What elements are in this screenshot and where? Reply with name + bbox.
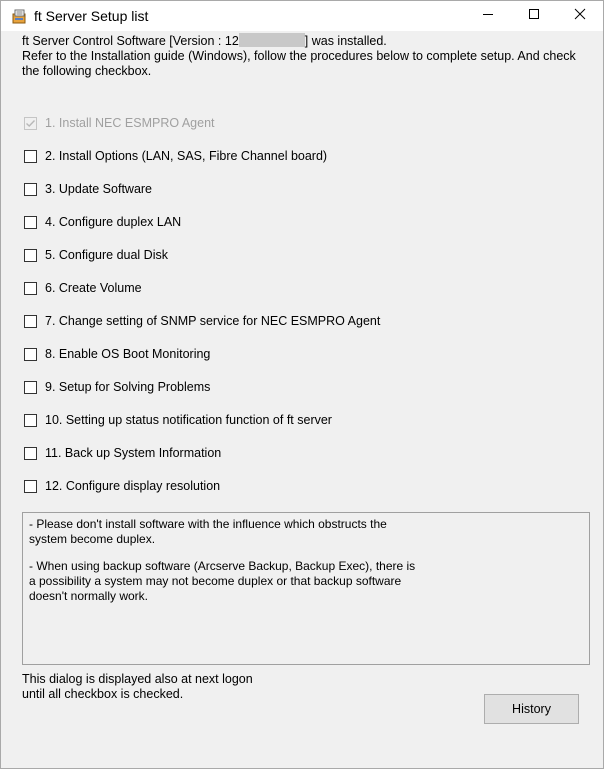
checklist-item-label: 7. Change setting of SNMP service for NE…: [45, 314, 381, 328]
checklist-item[interactable]: 3. Update Software: [22, 180, 152, 198]
intro-text: ft Server Control Software [Version : 12…: [22, 33, 592, 79]
checklist-item[interactable]: 8. Enable OS Boot Monitoring: [22, 345, 210, 363]
checkbox[interactable]: [24, 380, 37, 394]
checkbox[interactable]: [24, 215, 37, 229]
checklist-item-label: 5. Configure dual Disk: [45, 248, 168, 262]
checkbox[interactable]: [24, 446, 37, 460]
minimize-icon: [482, 7, 494, 25]
checklist-item-label: 9. Setup for Solving Problems: [45, 380, 211, 394]
setup-app-icon: [12, 8, 28, 24]
checkmark-icon: [26, 119, 36, 127]
checklist-item-label: 12. Configure display resolution: [45, 479, 221, 493]
checklist-item-label: 8. Enable OS Boot Monitoring: [45, 347, 211, 361]
intro-version-suffix: ] was installed.: [304, 34, 387, 48]
checklist-item[interactable]: 9. Setup for Solving Problems: [22, 378, 210, 396]
checklist-item[interactable]: 2. Install Options (LAN, SAS, Fibre Chan…: [22, 147, 327, 165]
checkbox[interactable]: [24, 281, 37, 295]
intro-instructions: Refer to the Installation guide (Windows…: [22, 49, 576, 78]
checkbox[interactable]: [24, 479, 37, 493]
checklist-item[interactable]: 10. Setting up status notification funct…: [22, 411, 332, 429]
checklist-item[interactable]: 11. Back up System Information: [22, 444, 221, 462]
checkbox[interactable]: [24, 248, 37, 262]
note-paragraph: - When using backup software (Arcserve B…: [29, 559, 416, 603]
close-button[interactable]: [557, 1, 603, 31]
intro-version-prefix: ft Server Control Software [Version : 12: [22, 34, 239, 48]
footer-message: This dialog is displayed also at next lo…: [22, 672, 253, 701]
history-button[interactable]: History: [484, 694, 579, 724]
checkbox[interactable]: [24, 413, 37, 427]
notes-box: - Please don't install software with the…: [22, 512, 590, 665]
checklist-item: 1. Install NEC ESMPRO Agent: [22, 114, 215, 132]
checklist-item-label: 2. Install Options (LAN, SAS, Fibre Chan…: [45, 149, 328, 163]
maximize-icon: [528, 7, 540, 25]
checkbox: [24, 116, 37, 130]
close-icon: [574, 7, 586, 25]
title-bar[interactable]: ft Server Setup list: [1, 1, 603, 31]
checklist-item[interactable]: 4. Configure duplex LAN: [22, 213, 181, 231]
dialog-content: ft Server Control Software [Version : 12…: [1, 31, 603, 768]
redacted-version: [238, 33, 305, 47]
checklist-item[interactable]: 7. Change setting of SNMP service for NE…: [22, 312, 380, 330]
checklist-item[interactable]: 5. Configure dual Disk: [22, 246, 168, 264]
checklist-item-label: 1. Install NEC ESMPRO Agent: [45, 116, 215, 130]
note-paragraph: - Please don't install software with the…: [29, 517, 387, 546]
checkbox[interactable]: [24, 149, 37, 163]
checklist-item-label: 4. Configure duplex LAN: [45, 215, 182, 229]
checkbox[interactable]: [24, 314, 37, 328]
checklist-item-label: 6. Create Volume: [45, 281, 142, 295]
maximize-button[interactable]: [511, 1, 557, 31]
checkbox[interactable]: [24, 347, 37, 361]
window-title: ft Server Setup list: [34, 8, 149, 24]
setup-list-window: ft Server Setup list ft Server Control S…: [0, 0, 604, 769]
checklist-item[interactable]: 12. Configure display resolution: [22, 477, 220, 495]
checklist-item[interactable]: 6. Create Volume: [22, 279, 142, 297]
checklist-item-label: 11. Back up System Information: [45, 446, 222, 460]
checklist-item-label: 10. Setting up status notification funct…: [45, 413, 332, 427]
minimize-button[interactable]: [465, 1, 511, 31]
checkbox[interactable]: [24, 182, 37, 196]
checklist-item-label: 3. Update Software: [45, 182, 153, 196]
